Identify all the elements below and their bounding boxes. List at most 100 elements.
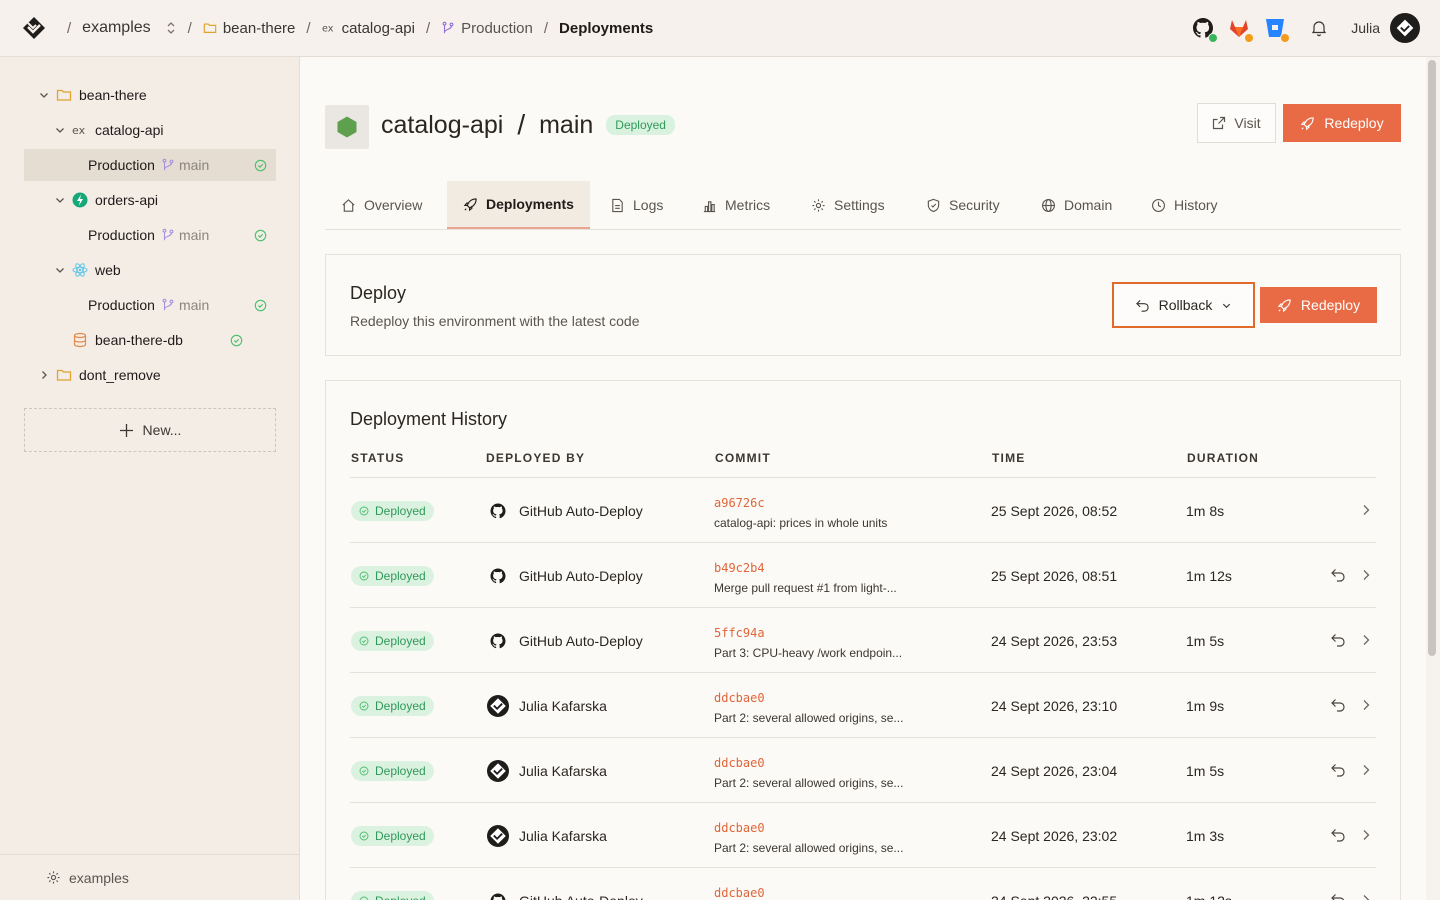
tab-settings[interactable]: Settings [811, 181, 885, 229]
commit-message: Merge pull request #1 from light-... [714, 581, 897, 595]
rocket-icon [1301, 116, 1315, 130]
sidebar-footer[interactable]: examples [0, 854, 300, 900]
commit-hash[interactable]: 5ffc94a [714, 626, 765, 640]
avatar[interactable] [1390, 13, 1420, 43]
status-label: Deployed [375, 699, 426, 713]
chevron-right-icon[interactable] [1359, 763, 1373, 777]
sidebar-footer-label: examples [69, 869, 129, 886]
github-icon [487, 630, 509, 652]
rollback-icon[interactable] [1330, 697, 1346, 713]
tab-label: Overview [364, 197, 423, 213]
tab-metrics[interactable]: Metrics [702, 181, 770, 229]
tab-deployments[interactable]: Deployments [447, 181, 590, 229]
breadcrumb-project[interactable]: bean-there [203, 20, 295, 37]
sidebar-item-dont-remove[interactable]: dont_remove [38, 359, 161, 391]
scrollbar[interactable] [1428, 60, 1436, 656]
redeploy-label: Redeploy [1324, 115, 1384, 131]
chevron-down-icon[interactable] [54, 264, 66, 276]
new-button[interactable]: New... [24, 408, 276, 452]
rollback-icon[interactable] [1330, 567, 1346, 583]
commit-message: Part 2: several allowed origins, se... [714, 841, 904, 855]
breadcrumb-environment[interactable]: Production [441, 20, 533, 37]
chevron-right-icon[interactable] [1359, 828, 1373, 842]
commit-hash[interactable]: ddcbae0 [714, 886, 765, 900]
sidebar-item-catalog-api[interactable]: ex catalog-api [54, 114, 164, 146]
app-logo-icon[interactable] [22, 16, 46, 40]
table-row[interactable]: Deployed Julia Kafarska ddcbae0 Part 2: sev… [350, 803, 1376, 868]
rollback-icon[interactable] [1330, 632, 1346, 648]
tab-security[interactable]: Security [926, 181, 1000, 229]
rollback-label: Rollback [1158, 297, 1213, 313]
bitbucket-status-dot [1280, 33, 1291, 43]
service-icon [325, 105, 369, 149]
bolt-service-icon [72, 192, 88, 208]
home-icon [342, 198, 355, 212]
chevron-down-icon[interactable] [54, 124, 66, 136]
column-header-time: TIME [992, 451, 1026, 465]
column-header-status: STATUS [351, 451, 405, 465]
breadcrumb-service[interactable]: ex catalog-api [322, 20, 415, 37]
check-circle-icon [359, 701, 369, 711]
deploy-duration: 1m 3s [1186, 828, 1225, 844]
bitbucket-integration-icon[interactable] [1263, 16, 1291, 43]
chevron-right-icon[interactable] [1359, 893, 1373, 900]
github-icon [487, 500, 509, 522]
table-row[interactable]: Deployed GitHub Auto-Deploy ddcbae0 24 Sept… [350, 868, 1376, 900]
github-integration-icon[interactable] [1191, 16, 1219, 43]
table-row[interactable]: Deployed Julia Kafarska ddcbae0 Part 2: sev… [350, 738, 1376, 803]
branch-tag: main [161, 157, 209, 173]
react-icon [72, 263, 88, 277]
table-row[interactable]: Deployed GitHub Auto-Deploy a96726c catalog… [350, 478, 1376, 543]
branch-icon [442, 21, 454, 34]
database-icon [73, 332, 87, 348]
commit-hash[interactable]: b49c2b4 [714, 561, 765, 575]
sidebar-item-orders-production[interactable]: Production main [88, 219, 276, 251]
redeploy-button[interactable]: Redeploy [1283, 104, 1401, 142]
table-row[interactable]: Deployed Julia Kafarska ddcbae0 Part 2: sev… [350, 673, 1376, 738]
breadcrumb-page: Deployments [559, 19, 654, 37]
tab-logs[interactable]: Logs [610, 181, 663, 229]
tab-history[interactable]: History [1151, 181, 1218, 229]
deployed-by: Julia Kafarska [487, 760, 607, 782]
sidebar-item-bean-there-db[interactable]: bean-there-db [72, 324, 276, 356]
rollback-icon[interactable] [1330, 762, 1346, 778]
chevron-down-icon[interactable] [38, 89, 50, 101]
commit-hash[interactable]: ddcbae0 [714, 821, 765, 835]
commit-hash[interactable]: ddcbae0 [714, 756, 765, 770]
visit-button[interactable]: Visit [1197, 103, 1276, 143]
table-row[interactable]: Deployed GitHub Auto-Deploy b49c2b4 Merge p… [350, 543, 1376, 608]
chevron-right-icon[interactable] [1359, 633, 1373, 647]
commit-hash[interactable]: ddcbae0 [714, 691, 765, 705]
rollback-button[interactable]: Rollback [1112, 282, 1255, 328]
user-name[interactable]: Julia [1351, 20, 1380, 36]
sidebar-item-web[interactable]: web [54, 254, 121, 286]
chevron-right-icon[interactable] [1359, 568, 1373, 582]
status-label: Deployed [375, 764, 426, 778]
page-title: catalog-api / main Deployed [381, 109, 675, 141]
sidebar-item-bean-there[interactable]: bean-there [38, 79, 147, 111]
chevron-right-icon[interactable] [1359, 698, 1373, 712]
bell-icon[interactable] [1309, 18, 1329, 38]
sidebar-item-web-production[interactable]: Production main [88, 289, 276, 321]
chevron-right-icon[interactable] [1359, 503, 1373, 517]
sidebar-item-orders-api[interactable]: orders-api [54, 184, 158, 216]
tab-domain[interactable]: Domain [1041, 181, 1112, 229]
commit-hash[interactable]: a96726c [714, 496, 765, 510]
branch-icon [162, 228, 174, 241]
chevron-right-icon[interactable] [38, 369, 50, 381]
tab-bar: Overview Deployments Logs Metrics Settin… [325, 181, 1401, 230]
sidebar-item-label: bean-there [79, 87, 147, 103]
tab-overview[interactable]: Overview [341, 181, 422, 229]
redeploy-card-button[interactable]: Redeploy [1260, 287, 1377, 323]
gitlab-integration-icon[interactable] [1227, 16, 1255, 43]
sidebar-item-label: catalog-api [95, 122, 164, 138]
rollback-icon[interactable] [1330, 892, 1346, 900]
breadcrumb-org[interactable]: examples [82, 19, 176, 37]
sidebar-item-catalog-production[interactable]: Production main [24, 149, 276, 181]
redeploy-card-label: Redeploy [1300, 297, 1361, 313]
rollback-icon[interactable] [1330, 827, 1346, 843]
breadcrumb-separator: / [543, 19, 549, 37]
table-row[interactable]: Deployed GitHub Auto-Deploy 5ffc94a Part 3:… [350, 608, 1376, 673]
chevron-down-icon[interactable] [54, 194, 66, 206]
branch-icon [162, 158, 174, 171]
